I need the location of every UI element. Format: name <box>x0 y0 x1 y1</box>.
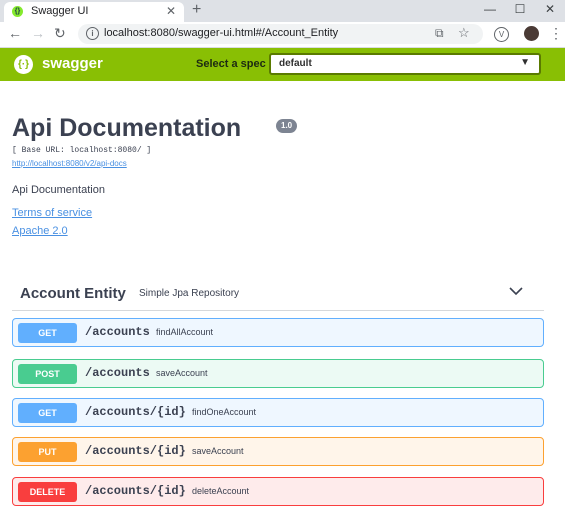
api-title: Api Documentation <box>12 114 242 142</box>
swagger-logo-icon[interactable]: {·} <box>14 55 33 74</box>
license-link[interactable]: Apache 2.0 <box>12 225 68 237</box>
spec-select[interactable]: default ▼ <box>269 53 541 75</box>
api-description: Api Documentation <box>12 184 105 196</box>
chevron-down-icon: ▼ <box>520 57 530 68</box>
operation-path: /accounts/{id} <box>85 405 186 419</box>
method-badge-put: PUT <box>18 442 77 462</box>
operation-summary: deleteAccount <box>192 486 250 496</box>
spec-label: Select a spec <box>196 58 266 70</box>
tab-strip: {} Swagger UI ✕ + — ☐ ✕ <box>0 0 565 22</box>
tag-description: Simple Jpa Repository <box>139 288 240 299</box>
minimize-icon[interactable]: — <box>475 0 505 18</box>
profile-avatar[interactable] <box>524 26 539 41</box>
swagger-favicon-icon: {} <box>12 6 23 17</box>
base-url: [ Base URL: localhost:8080/ ] <box>12 146 152 155</box>
browser-toolbar: ← → ↻ i localhost:8080/swagger-ui.html#/… <box>0 22 565 48</box>
extension-icon[interactable]: V <box>494 27 509 42</box>
api-docs-link[interactable]: http://localhost:8080/v2/api-docs <box>12 159 127 168</box>
operation-summary: findOneAccount <box>192 407 257 417</box>
window-close-icon[interactable]: ✕ <box>535 0 565 18</box>
operation-get-account-by-id[interactable]: GET /accounts/{id} findOneAccount <box>12 398 544 427</box>
version-badge: 1.0 <box>276 119 298 133</box>
swagger-topbar: {·} swagger Select a spec default ▼ <box>0 48 565 81</box>
browser-tab[interactable]: {} Swagger UI ✕ <box>4 2 184 22</box>
back-arrow-icon[interactable]: ← <box>8 25 22 41</box>
method-badge-get: GET <box>18 323 77 343</box>
operation-path: /accounts <box>85 366 150 380</box>
terms-of-service-link[interactable]: Terms of service <box>12 207 92 219</box>
bookmark-star-icon[interactable]: ☆ <box>458 25 470 41</box>
operation-get-accounts[interactable]: GET /accounts findAllAccount <box>12 318 544 347</box>
method-badge-get: GET <box>18 403 77 423</box>
swagger-logo-text[interactable]: swagger <box>42 55 103 72</box>
spec-select-value: default <box>279 58 312 69</box>
site-info-icon[interactable]: i <box>86 27 99 40</box>
tab-title: Swagger UI <box>31 5 89 17</box>
method-badge-delete: DELETE <box>18 482 77 502</box>
operation-post-accounts[interactable]: POST /accounts saveAccount <box>12 359 544 388</box>
operation-path: /accounts/{id} <box>85 444 186 458</box>
operation-delete-account-by-id[interactable]: DELETE /accounts/{id} deleteAccount <box>12 477 544 506</box>
new-tab-icon[interactable]: + <box>192 1 201 19</box>
browser-menu-icon[interactable]: ⋮ <box>549 25 563 42</box>
tag-header-account-entity[interactable]: Account Entity Simple Jpa Repository <box>12 280 544 311</box>
translate-icon[interactable]: ⧉ <box>435 26 444 41</box>
url-text[interactable]: localhost:8080/swagger-ui.html#/Account_… <box>104 27 338 39</box>
close-tab-icon[interactable]: ✕ <box>166 4 176 18</box>
operation-path: /accounts/{id} <box>85 484 186 498</box>
operation-put-account-by-id[interactable]: PUT /accounts/{id} saveAccount <box>12 437 544 466</box>
tag-name: Account Entity <box>20 285 126 302</box>
method-badge-post: POST <box>18 364 77 384</box>
operation-path: /accounts <box>85 325 150 339</box>
reload-icon[interactable]: ↻ <box>54 25 66 42</box>
forward-arrow-icon[interactable]: → <box>31 25 45 41</box>
chevron-down-icon[interactable] <box>508 280 524 300</box>
operation-summary: saveAccount <box>156 368 208 378</box>
operation-summary: saveAccount <box>192 446 244 456</box>
operation-summary: findAllAccount <box>156 327 214 337</box>
maximize-icon[interactable]: ☐ <box>505 0 535 18</box>
address-bar[interactable]: i localhost:8080/swagger-ui.html#/Accoun… <box>78 24 483 44</box>
